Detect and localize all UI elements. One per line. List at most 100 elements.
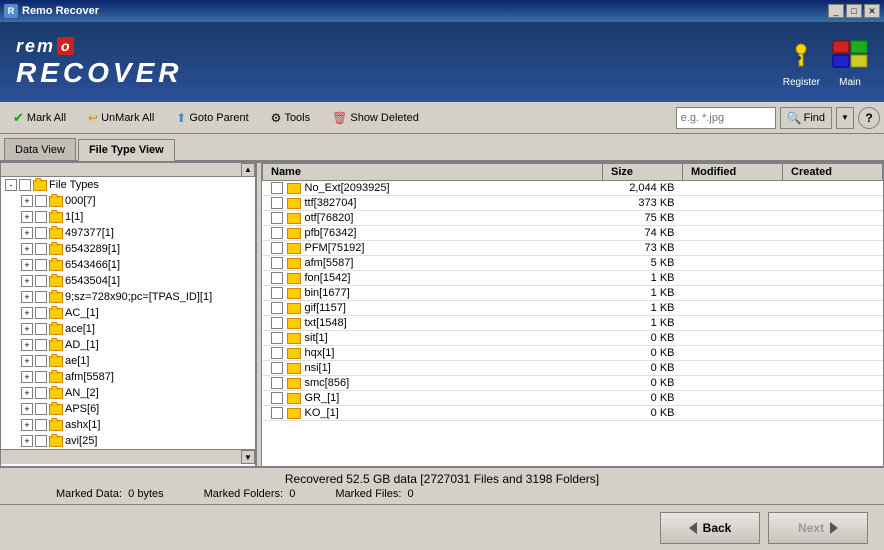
checkbox-6543504[interactable] (35, 275, 47, 287)
tree-item-AD[interactable]: + AD_[1] (1, 337, 255, 353)
expander-6543466[interactable]: + (21, 259, 33, 271)
table-row[interactable]: gif[1157] 1 KB (263, 301, 883, 316)
col-header-name[interactable]: Name (263, 164, 603, 181)
unmark-all-button[interactable]: ↩ UnMark All (79, 106, 163, 130)
checkbox-497377[interactable] (35, 227, 47, 239)
table-row[interactable]: sit[1] 0 KB (263, 331, 883, 346)
file-checkbox[interactable] (271, 392, 283, 404)
expander-1[interactable]: + (21, 211, 33, 223)
file-checkbox[interactable] (271, 302, 283, 314)
file-checkbox[interactable] (271, 197, 283, 209)
tree-item-afm[interactable]: + afm[5587] (1, 369, 255, 385)
expander-ae[interactable]: + (21, 355, 33, 367)
table-row[interactable]: txt[1548] 1 KB (263, 316, 883, 331)
tree-scroll-top[interactable]: ▲ (1, 163, 255, 177)
minimize-button[interactable]: _ (828, 4, 844, 18)
tree-item-AC[interactable]: + AC_[1] (1, 305, 255, 321)
tree-item-ae[interactable]: + ae[1] (1, 353, 255, 369)
expander-AD[interactable]: + (21, 339, 33, 351)
file-checkbox[interactable] (271, 317, 283, 329)
expander-ace[interactable]: + (21, 323, 33, 335)
expander-APS[interactable]: + (21, 403, 33, 415)
checkbox-AC[interactable] (35, 307, 47, 319)
find-dropdown-button[interactable]: ▼ (836, 107, 854, 129)
title-bar-controls[interactable]: _ □ ✕ (828, 4, 880, 18)
tree-item-ashx[interactable]: + ashx[1] (1, 417, 255, 433)
checkbox-ace[interactable] (35, 323, 47, 335)
table-row[interactable]: GR_[1] 0 KB (263, 391, 883, 406)
checkbox-AD[interactable] (35, 339, 47, 351)
file-checkbox[interactable] (271, 287, 283, 299)
table-row[interactable]: afm[5587] 5 KB (263, 256, 883, 271)
tree-scroll-up-btn[interactable]: ▲ (241, 163, 255, 177)
file-checkbox[interactable] (271, 227, 283, 239)
tree-item-APS[interactable]: + APS[6] (1, 401, 255, 417)
file-checkbox[interactable] (271, 332, 283, 344)
table-row[interactable]: PFM[75192] 73 KB (263, 241, 883, 256)
expander-000[interactable]: + (21, 195, 33, 207)
tree-item-6543504[interactable]: + 6543504[1] (1, 273, 255, 289)
table-row[interactable]: No_Ext[2093925] 2,044 KB (263, 181, 883, 196)
table-row[interactable]: KO_[1] 0 KB (263, 406, 883, 421)
checkbox-afm[interactable] (35, 371, 47, 383)
table-row[interactable]: smc[856] 0 KB (263, 376, 883, 391)
file-checkbox[interactable] (271, 257, 283, 269)
tree-item-6543466[interactable]: + 6543466[1] (1, 257, 255, 273)
expander-6543289[interactable]: + (21, 243, 33, 255)
checkbox-avi[interactable] (35, 435, 47, 447)
maximize-button[interactable]: □ (846, 4, 862, 18)
root-checkbox[interactable] (19, 179, 31, 191)
table-row[interactable]: fon[1542] 1 KB (263, 271, 883, 286)
tree-item-9sz[interactable]: + 9;sz=728x90;pc=[TPAS_ID][1] (1, 289, 255, 305)
register-button[interactable]: Register (783, 37, 820, 88)
tree-item-1[interactable]: + 1[1] (1, 209, 255, 225)
checkbox-6543466[interactable] (35, 259, 47, 271)
expander-9sz[interactable]: + (21, 291, 33, 303)
checkbox-9sz[interactable] (35, 291, 47, 303)
checkbox-AN[interactable] (35, 387, 47, 399)
find-button[interactable]: 🔍 Find (780, 107, 832, 129)
tab-file-type-view[interactable]: File Type View (78, 139, 175, 161)
file-checkbox[interactable] (271, 407, 283, 419)
tree-item-497377[interactable]: + 497377[1] (1, 225, 255, 241)
checkbox-000[interactable] (35, 195, 47, 207)
expander-afm[interactable]: + (21, 371, 33, 383)
mark-all-button[interactable]: ✔ Mark All (4, 106, 75, 130)
next-button[interactable]: Next (768, 512, 868, 544)
checkbox-ae[interactable] (35, 355, 47, 367)
show-deleted-button[interactable]: 🗑 Show Deleted (323, 106, 428, 130)
close-button[interactable]: ✕ (864, 4, 880, 18)
table-row[interactable]: hqx[1] 0 KB (263, 346, 883, 361)
file-checkbox[interactable] (271, 362, 283, 374)
back-button[interactable]: Back (660, 512, 760, 544)
root-expander[interactable]: - (5, 179, 17, 191)
expander-AN[interactable]: + (21, 387, 33, 399)
checkbox-APS[interactable] (35, 403, 47, 415)
table-row[interactable]: pfb[76342] 74 KB (263, 226, 883, 241)
checkbox-6543289[interactable] (35, 243, 47, 255)
col-header-created[interactable]: Created (783, 164, 883, 181)
search-input[interactable] (676, 107, 776, 129)
file-checkbox[interactable] (271, 377, 283, 389)
expander-497377[interactable]: + (21, 227, 33, 239)
expander-ashx[interactable]: + (21, 419, 33, 431)
checkbox-1[interactable] (35, 211, 47, 223)
tree-scroll-bottom[interactable]: ▼ (1, 449, 255, 464)
tree-item-avi[interactable]: + avi[25] (1, 433, 255, 449)
goto-parent-button[interactable]: ⬆ Goto Parent (167, 106, 257, 130)
table-row[interactable]: otf[76820] 75 KB (263, 211, 883, 226)
file-checkbox[interactable] (271, 182, 283, 194)
file-checkbox[interactable] (271, 212, 283, 224)
table-row[interactable]: bin[1677] 1 KB (263, 286, 883, 301)
file-checkbox[interactable] (271, 272, 283, 284)
table-row[interactable]: nsi[1] 0 KB (263, 361, 883, 376)
checkbox-ashx[interactable] (35, 419, 47, 431)
expander-6543504[interactable]: + (21, 275, 33, 287)
tree-item-6543289[interactable]: + 6543289[1] (1, 241, 255, 257)
tools-button[interactable]: ⚙ Tools (262, 106, 319, 130)
file-checkbox[interactable] (271, 347, 283, 359)
file-checkbox[interactable] (271, 242, 283, 254)
help-button[interactable]: ? (858, 107, 880, 129)
col-header-modified[interactable]: Modified (683, 164, 783, 181)
tree-scroll-down-btn[interactable]: ▼ (241, 450, 255, 464)
